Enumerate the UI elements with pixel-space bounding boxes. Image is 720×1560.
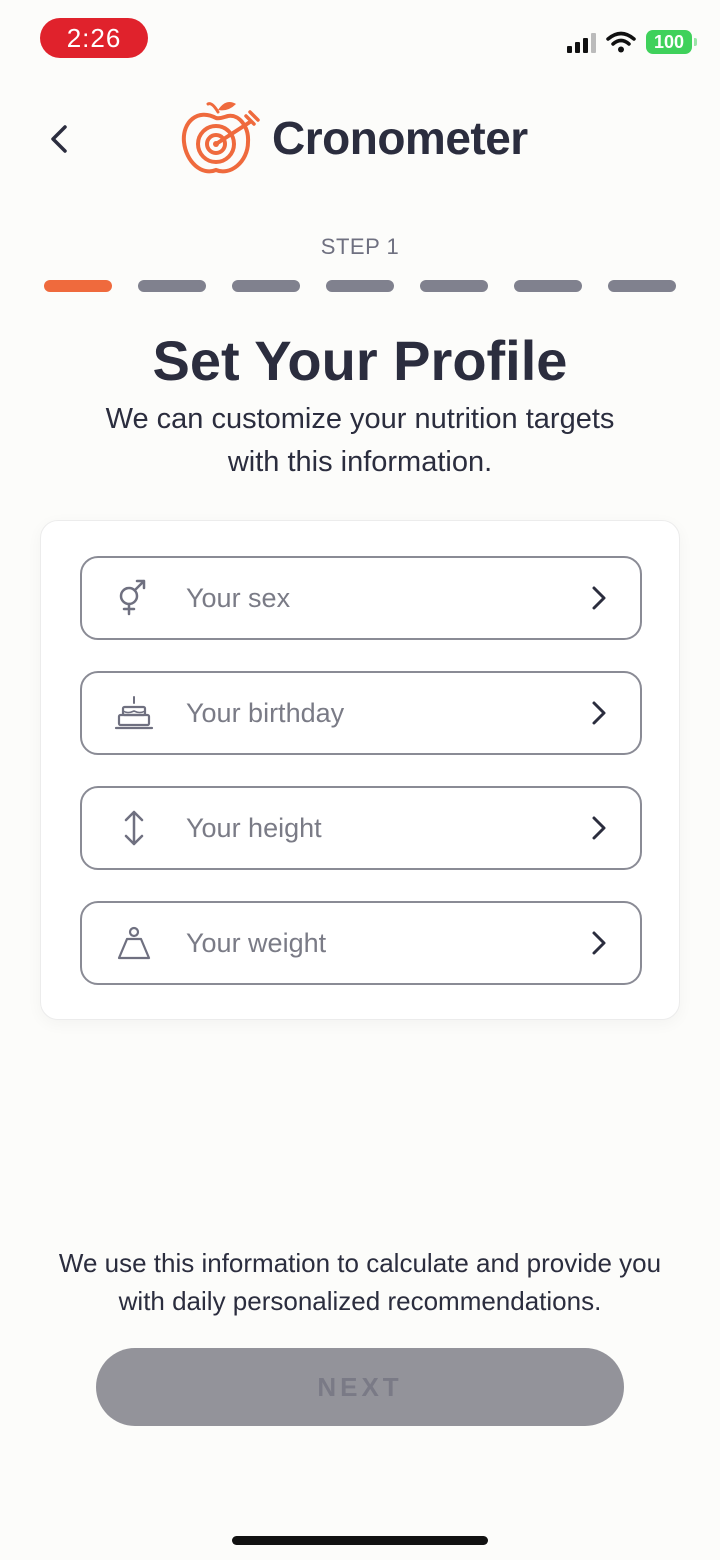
height-field-label: Your height [186, 812, 322, 843]
chevron-right-icon [584, 583, 614, 613]
page-title: Set Your Profile [152, 329, 568, 392]
apple-target-logo-icon [181, 102, 260, 174]
chevron-left-icon [51, 125, 67, 153]
status-bar: 2:26 100 [0, 0, 720, 80]
sex-field-label: Your sex [186, 582, 291, 613]
step-progress [44, 280, 676, 292]
chevron-right-icon [584, 928, 614, 958]
chevron-right-icon [584, 698, 614, 728]
chevron-right-icon [584, 813, 614, 843]
status-icons: 100 [567, 30, 697, 54]
step-indicator [608, 280, 676, 292]
step-label: STEP 1 [320, 234, 400, 259]
weight-icon [112, 921, 156, 965]
step-indicator [44, 280, 112, 292]
battery-icon: 100 [646, 30, 697, 54]
status-time: 2:26 [40, 18, 148, 58]
step-indicator [138, 280, 206, 292]
weight-field[interactable]: Your weight [80, 901, 642, 985]
wifi-icon [606, 31, 636, 53]
step-indicator [514, 280, 582, 292]
page-subtitle: We can customize your nutrition targets … [105, 403, 615, 478]
step-indicator [420, 280, 488, 292]
profile-setup-screen: 2:26 100 Cronometer STEP 1 Set Your Prof… [0, 0, 720, 1560]
birthday-field-label: Your birthday [186, 697, 345, 728]
next-button[interactable]: NEXT [96, 1348, 624, 1426]
birthday-field[interactable]: Your birthday [80, 671, 642, 755]
profile-fields-card: Your sex Your birthday Your height Your … [40, 520, 680, 1020]
brand-name: Cronometer [272, 112, 528, 164]
sex-field[interactable]: Your sex [80, 556, 642, 640]
height-field[interactable]: Your height [80, 786, 642, 870]
step-indicator [232, 280, 300, 292]
gender-icon [112, 576, 156, 620]
height-arrows-icon [112, 806, 156, 850]
weight-field-label: Your weight [186, 927, 327, 958]
step-indicator [326, 280, 394, 292]
birthday-cake-icon [112, 691, 156, 735]
home-indicator [232, 1536, 488, 1545]
brand-logo: Cronometer [178, 98, 528, 178]
cellular-signal-icon [567, 31, 596, 53]
info-note: We use this information to calculate and… [58, 1248, 662, 1316]
back-button[interactable] [38, 118, 80, 160]
